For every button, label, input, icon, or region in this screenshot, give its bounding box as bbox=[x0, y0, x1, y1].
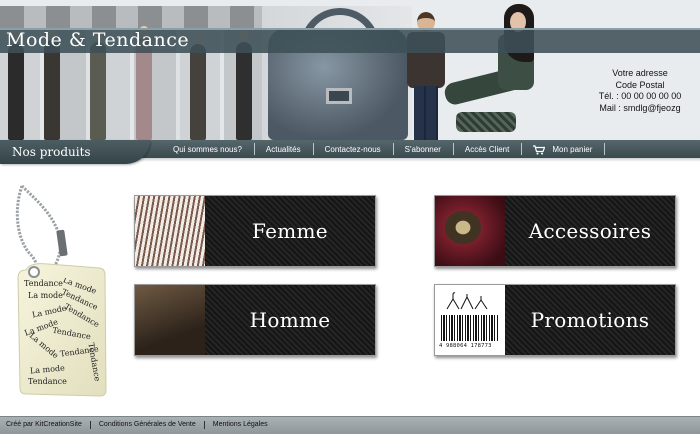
footer-link-legal[interactable]: Mentions Légales bbox=[213, 421, 276, 429]
category-promotions[interactable]: 4 988064 178773 Promotions bbox=[434, 284, 676, 356]
runway-model bbox=[44, 28, 60, 140]
handbag-buckle bbox=[326, 88, 352, 104]
runway-model bbox=[236, 30, 252, 140]
menu-item-about[interactable]: Qui sommes nous? bbox=[162, 143, 255, 155]
runway-model bbox=[8, 32, 24, 140]
menu-item-label: Mon panier bbox=[552, 144, 593, 154]
category-homme[interactable]: Homme bbox=[134, 284, 376, 356]
accessoires-photo bbox=[435, 196, 505, 266]
contact-phone: Tél. : 00 00 00 00 00 bbox=[598, 91, 682, 101]
category-label: Femme bbox=[252, 219, 328, 243]
category-label: Homme bbox=[249, 308, 331, 332]
tag-word: La mode bbox=[28, 291, 63, 300]
contact-postal: Code Postal bbox=[615, 79, 665, 90]
site-title[interactable]: Mode & Tendance bbox=[6, 29, 189, 51]
runway-model bbox=[136, 26, 152, 140]
main-menu: Qui sommes nous? Actualités Contactez-no… bbox=[162, 140, 606, 158]
contact-info: Votre adresse Code Postal Tél. : 00 00 0… bbox=[580, 68, 700, 114]
menu-item-cart[interactable]: Mon panier bbox=[522, 143, 606, 155]
tag-word: La mode bbox=[31, 303, 68, 320]
menu-item-client-access[interactable]: Accès Client bbox=[454, 143, 523, 155]
female-model-image bbox=[436, 4, 552, 136]
category-label: Promotions bbox=[530, 308, 650, 332]
fashion-tag-illustration: Tendance La mode La mode Tendance La mod… bbox=[8, 178, 120, 404]
contact-address: Votre adresse bbox=[612, 68, 668, 78]
menu-item-news[interactable]: Actualités bbox=[255, 143, 314, 155]
menu-item-contact[interactable]: Contactez-nous bbox=[314, 143, 394, 155]
femme-photo bbox=[135, 196, 205, 266]
menu-item-label: Contactez-nous bbox=[324, 144, 381, 154]
barcode-icon bbox=[441, 315, 499, 341]
footer-link-cgv[interactable]: Conditions Générales de Vente bbox=[99, 421, 205, 429]
tag-word: Tendance bbox=[24, 279, 63, 288]
category-femme[interactable]: Femme bbox=[134, 195, 376, 267]
runway-model bbox=[90, 30, 106, 140]
footer-link-credits[interactable]: Créé par KitCreationSite bbox=[6, 421, 91, 429]
nav-section-label: Nos produits bbox=[12, 145, 91, 159]
footer-links: Créé par KitCreationSite Conditions Géné… bbox=[6, 421, 284, 429]
runway-top-strip bbox=[0, 6, 268, 28]
tag-word: La mode bbox=[27, 331, 61, 361]
contact-mail: Mail : smdlg@fjeozg bbox=[599, 102, 681, 113]
menu-item-label: Actualités bbox=[265, 144, 301, 154]
barcode-number: 4 988064 178773 bbox=[439, 343, 492, 349]
menu-item-subscribe[interactable]: S'abonner bbox=[394, 143, 454, 155]
homme-photo bbox=[135, 285, 205, 355]
runway-model bbox=[190, 32, 206, 140]
promotions-photo: 4 988064 178773 bbox=[435, 285, 505, 355]
tag-word: Tendance bbox=[51, 325, 92, 342]
menu-item-label: S'abonner bbox=[404, 144, 441, 154]
category-accessoires[interactable]: Accessoires bbox=[434, 195, 676, 267]
runway-photo bbox=[0, 6, 268, 140]
category-label: Accessoires bbox=[528, 219, 652, 243]
cart-icon bbox=[533, 144, 546, 155]
menu-item-label: Qui sommes nous? bbox=[173, 144, 242, 154]
tag-word: Tendance bbox=[28, 377, 67, 386]
menu-item-label: Accès Client bbox=[464, 144, 510, 154]
tag-word: La mode bbox=[29, 363, 66, 376]
hanger-icon bbox=[446, 292, 488, 310]
